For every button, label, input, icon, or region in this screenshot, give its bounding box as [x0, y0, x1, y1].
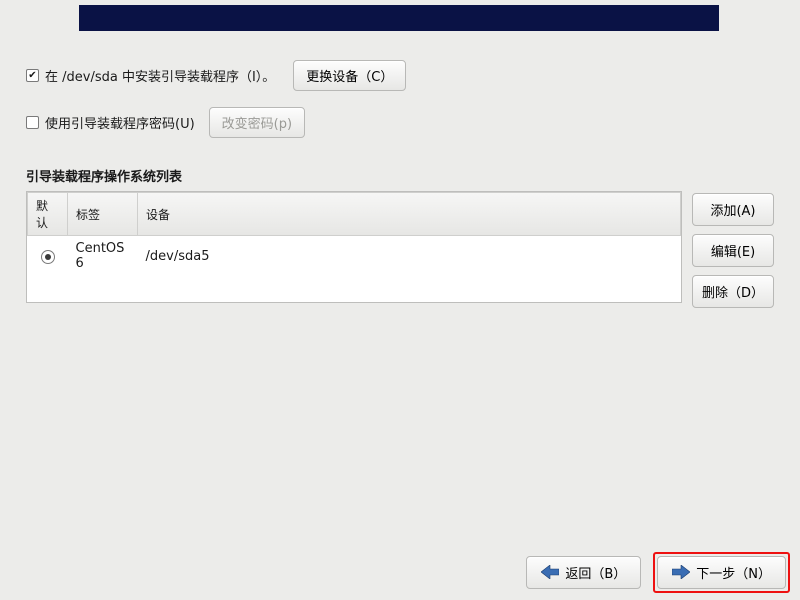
footer-bar: 返回（B） 下一步（N） [0, 544, 800, 600]
row-device: /dev/sda5 [138, 236, 681, 277]
col-device[interactable]: 设备 [138, 193, 681, 236]
header-banner [79, 5, 719, 31]
arrow-left-icon [541, 565, 559, 579]
change-password-button: 改变密码(p) [209, 107, 305, 138]
table-header-row: 默认 标签 设备 [28, 193, 681, 236]
delete-button[interactable]: 删除（D） [692, 275, 774, 308]
install-bootloader-label: 在 /dev/sda 中安装引导装载程序（I）。 [45, 66, 275, 85]
os-list-table[interactable]: 默认 标签 设备 CentOS 6 /dev/sda5 [26, 191, 682, 303]
edit-button[interactable]: 编辑(E) [692, 234, 774, 267]
row-label: CentOS 6 [68, 236, 138, 277]
next-label: 下一步（N） [696, 563, 771, 582]
use-bootloader-password-label: 使用引导装载程序密码(U) [45, 113, 195, 132]
next-button[interactable]: 下一步（N） [657, 556, 786, 589]
os-list-title: 引导装载程序操作系统列表 [26, 166, 774, 185]
arrow-right-icon [672, 565, 690, 579]
col-label[interactable]: 标签 [68, 193, 138, 236]
add-button[interactable]: 添加(A) [692, 193, 774, 226]
change-device-button[interactable]: 更换设备（C） [293, 60, 406, 91]
default-radio[interactable] [41, 250, 55, 264]
use-bootloader-password-checkbox[interactable] [26, 116, 39, 129]
next-highlight: 下一步（N） [653, 552, 790, 593]
back-button[interactable]: 返回（B） [526, 556, 641, 589]
table-row[interactable]: CentOS 6 /dev/sda5 [28, 236, 681, 277]
install-bootloader-checkbox[interactable]: ✔ [26, 69, 39, 82]
col-default[interactable]: 默认 [28, 193, 68, 236]
back-label: 返回（B） [565, 563, 626, 582]
